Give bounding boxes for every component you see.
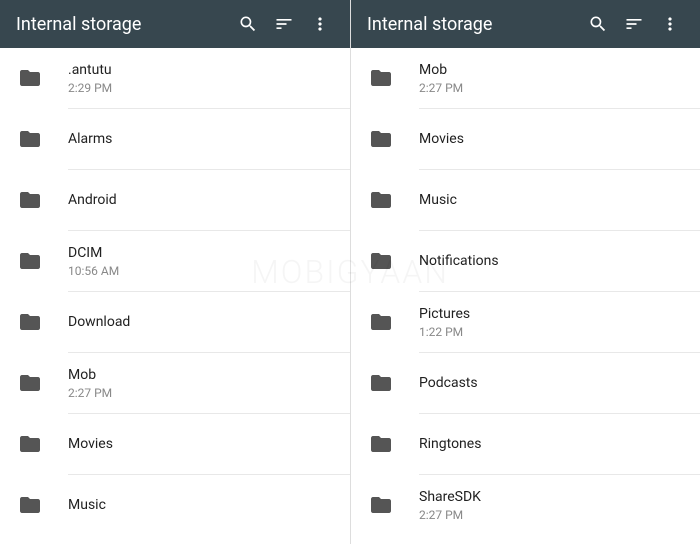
list-item[interactable]: Music: [0, 475, 350, 535]
list-item[interactable]: ShareSDK 2:27 PM: [351, 475, 700, 535]
folder-name: Download: [68, 313, 334, 331]
folder-name: Mob: [68, 366, 334, 384]
folder-icon: [16, 125, 44, 153]
item-text: Notifications: [419, 252, 684, 270]
list-item[interactable]: Ringtones: [351, 414, 700, 474]
more-icon[interactable]: [302, 6, 338, 42]
folder-icon: [367, 186, 395, 214]
item-text: Ringtones: [419, 435, 684, 453]
folder-icon: [16, 430, 44, 458]
folder-icon: [16, 186, 44, 214]
sort-icon[interactable]: [266, 6, 302, 42]
screen-right: Internal storage Mob 2:27 PM Movies Music No…: [350, 0, 700, 544]
folder-icon: [367, 308, 395, 336]
list-item[interactable]: Podcasts: [351, 353, 700, 413]
folder-icon: [367, 125, 395, 153]
appbar: Internal storage: [0, 0, 350, 48]
list-item[interactable]: Movies: [0, 414, 350, 474]
item-text: Podcasts: [419, 374, 684, 392]
folder-time: 2:27 PM: [419, 508, 684, 522]
list-item[interactable]: Mob 2:27 PM: [351, 48, 700, 108]
item-text: Music: [419, 191, 684, 209]
item-text: Mob 2:27 PM: [68, 366, 334, 400]
folder-time: 2:27 PM: [68, 386, 334, 400]
folder-icon: [367, 369, 395, 397]
item-text: Mob 2:27 PM: [419, 61, 684, 95]
list-item[interactable]: Notifications: [351, 231, 700, 291]
list-item[interactable]: Android: [0, 170, 350, 230]
folder-name: Mob: [419, 61, 684, 79]
item-text: Movies: [419, 130, 684, 148]
list-item[interactable]: Download: [0, 292, 350, 352]
folder-time: 1:22 PM: [419, 325, 684, 339]
item-text: Download: [68, 313, 334, 331]
folder-icon: [16, 64, 44, 92]
search-icon[interactable]: [580, 6, 616, 42]
item-text: Alarms: [68, 130, 334, 148]
folder-icon: [16, 308, 44, 336]
folder-icon: [367, 247, 395, 275]
folder-time: 10:56 AM: [68, 264, 334, 278]
folder-time: 2:29 PM: [68, 81, 334, 95]
list-item[interactable]: Mob 2:27 PM: [0, 353, 350, 413]
folder-name: Pictures: [419, 305, 684, 323]
more-icon[interactable]: [652, 6, 688, 42]
page-title: Internal storage: [12, 14, 230, 35]
item-text: ShareSDK 2:27 PM: [419, 488, 684, 522]
folder-name: Movies: [419, 130, 684, 148]
folder-time: 2:27 PM: [419, 81, 684, 95]
item-text: .antutu 2:29 PM: [68, 61, 334, 95]
list-item[interactable]: Music: [351, 170, 700, 230]
item-text: DCIM 10:56 AM: [68, 244, 334, 278]
page-title: Internal storage: [363, 14, 580, 35]
folder-name: Android: [68, 191, 334, 209]
list-item[interactable]: DCIM 10:56 AM: [0, 231, 350, 291]
list-item[interactable]: Pictures 1:22 PM: [351, 292, 700, 352]
screen-left: Internal storage .antutu 2:29 PM Alarms And…: [0, 0, 350, 544]
folder-name: ShareSDK: [419, 488, 684, 506]
folder-icon: [16, 369, 44, 397]
folder-name: Alarms: [68, 130, 334, 148]
folder-name: Movies: [68, 435, 334, 453]
folder-list: .antutu2:29 PMAlarmsAndroidDCIM10:56 AMD…: [0, 48, 350, 544]
list-item[interactable]: Alarms: [0, 109, 350, 169]
folder-icon: [16, 247, 44, 275]
item-text: Music: [68, 496, 334, 514]
folder-list: Mob 2:27 PM Movies Music Notifications Pictur…: [351, 48, 700, 544]
folder-name: Music: [419, 191, 684, 209]
folder-name: DCIM: [68, 244, 334, 262]
search-icon[interactable]: [230, 6, 266, 42]
sort-icon[interactable]: [616, 6, 652, 42]
list-item[interactable]: .antutu 2:29 PM: [0, 48, 350, 108]
folder-name: Ringtones: [419, 435, 684, 453]
item-text: Pictures 1:22 PM: [419, 305, 684, 339]
list-item[interactable]: Movies: [351, 109, 700, 169]
item-text: Android: [68, 191, 334, 209]
folder-icon: [367, 64, 395, 92]
folder-icon: [367, 430, 395, 458]
folder-name: Podcasts: [419, 374, 684, 392]
item-text: Movies: [68, 435, 334, 453]
appbar: Internal storage: [351, 0, 700, 48]
folder-name: Notifications: [419, 252, 684, 270]
folder-icon: [367, 491, 395, 519]
folder-icon: [16, 491, 44, 519]
folder-name: .antutu: [68, 61, 334, 79]
folder-name: Music: [68, 496, 334, 514]
